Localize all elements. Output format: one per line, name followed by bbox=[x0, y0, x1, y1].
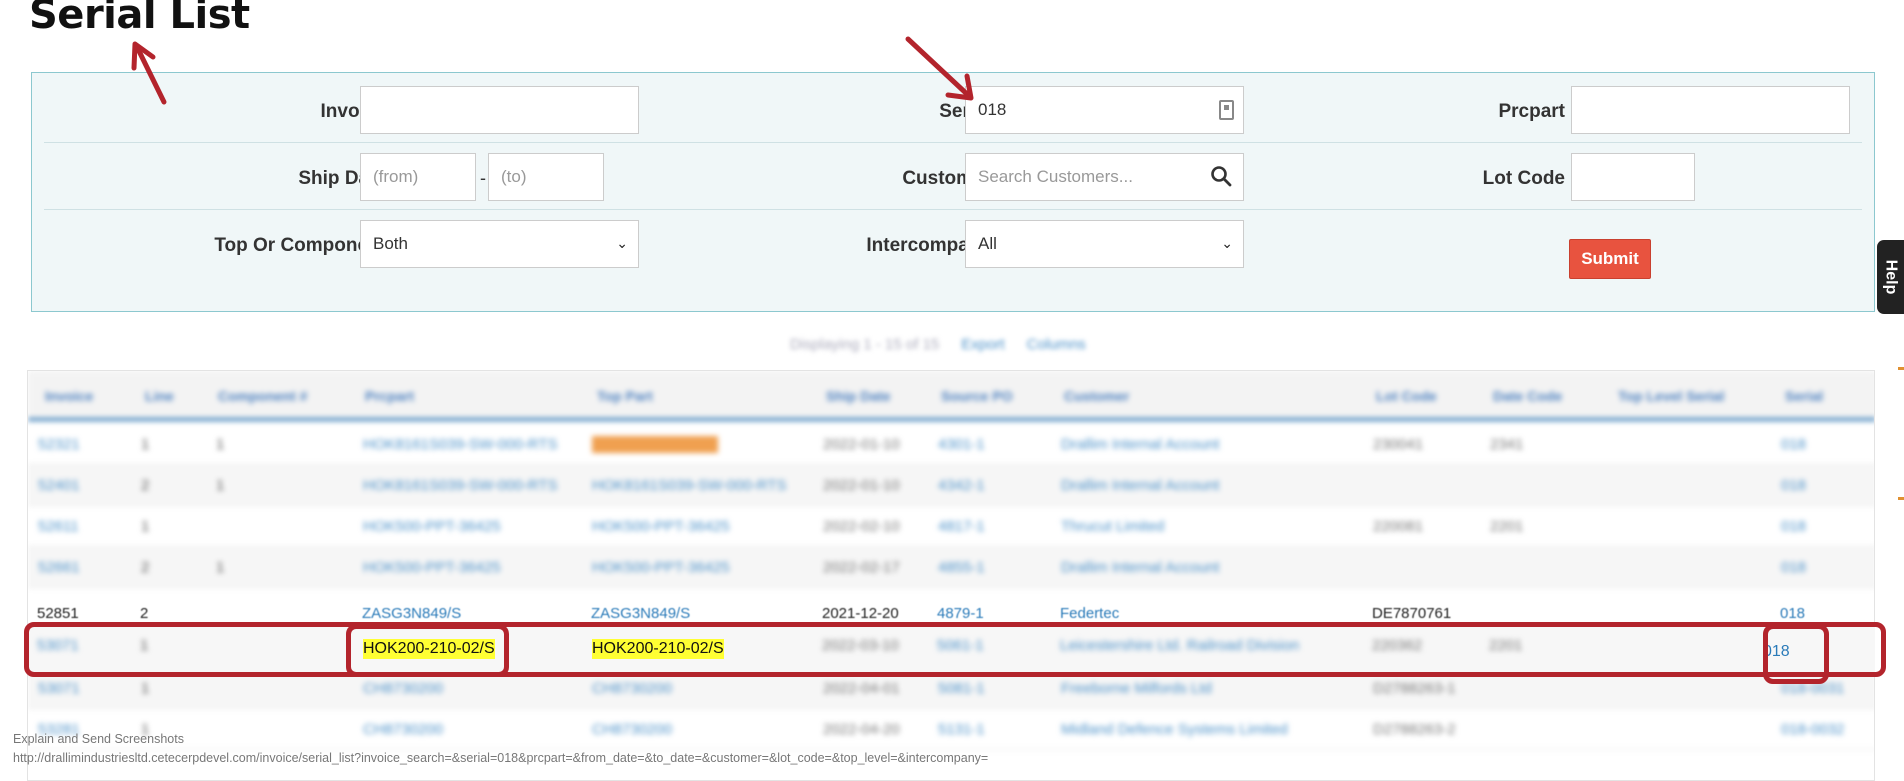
edge-mark bbox=[1898, 367, 1904, 370]
extension-label: Explain and Send Screenshots bbox=[13, 732, 184, 746]
arrow-annotation-icon bbox=[131, 36, 974, 105]
url-text: http://drallimindustriesltd.cetecerpdeve… bbox=[13, 751, 989, 765]
edge-mark bbox=[1898, 497, 1904, 500]
